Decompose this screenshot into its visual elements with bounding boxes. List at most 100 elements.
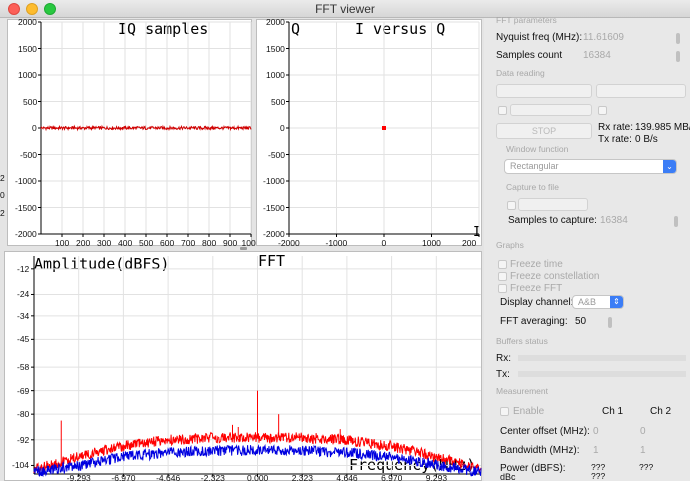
left-edge-tick: 2 [0,173,5,183]
x-tick-label: -2.323 [200,473,225,481]
y-tick-label: -500 [20,149,38,160]
y-tick-label: -1500 [263,202,285,213]
x-tick-label: 0 [381,238,387,248]
bandwidth-ch1: 1 [593,445,599,456]
disabled-checkbox-2[interactable] [598,106,607,115]
x-tick-label: -2000 [278,238,300,248]
fft-plot[interactable]: Amplitude(dBFS) FFT Frequency(MHz) -12 -2… [4,251,482,481]
display-channel-select[interactable]: A&B ⇕ [572,295,624,309]
control-panel: FFT parameters Nyquist freq (MHz): 11.61… [484,15,690,481]
bandwidth-label: Bandwidth (MHz): [500,445,580,456]
y-tick-label: -45 [17,334,30,345]
rx-rate-label: Rx rate: [598,122,634,133]
y-tick-label: 1000 [18,70,37,80]
disabled-button-3[interactable] [510,104,592,116]
y-tick-label: 1500 [18,43,37,54]
left-edge-tick: 2 [0,208,5,218]
dbc-ch1: ??? [591,471,606,481]
y-tick-label: 2000 [18,17,37,27]
x-tick-label: 4.646 [336,473,358,481]
buffers-rx-label: Rx: [496,353,511,364]
window-title: FFT viewer [315,2,375,16]
x-tick-label: 2.323 [291,473,313,481]
constellation-point [382,126,386,130]
x-tick-label: 100 [55,238,70,248]
plots-area: 2 0 2 IQ samples 2000 1500 1000 500 0 -500 -10… [0,17,484,481]
y-tick-label: -92 [17,434,30,445]
splitter-handle[interactable] [240,247,247,250]
fft-averaging-label: FFT averaging: [500,316,568,327]
x-tick-label: -4.646 [156,473,181,481]
x-tick-label: 300 [97,238,112,248]
y-tick-label: -80 [17,409,30,420]
updown-icon: ⇕ [610,296,623,308]
y-tick-label: -1500 [15,202,37,213]
freeze-time-checkbox[interactable] [498,260,507,269]
y-tick-label: 500 [271,96,286,107]
x-tick-label: 900 [223,238,238,248]
window-function-value: Rectangular [510,161,559,171]
x-tick-label: 0.000 [247,473,269,481]
y-tick-label: 500 [23,96,38,107]
window-function-header: Window function [506,144,569,154]
freeze-fft-label: Freeze FFT [510,283,563,294]
fft-averaging-value: 50 [575,316,587,327]
y-tick-label: -1000 [15,176,37,186]
samples-count-value: 16384 [583,50,611,61]
y-tick-label: -500 [268,149,286,160]
x-tick-label: 800 [202,238,217,248]
disabled-button-1[interactable] [496,84,592,98]
tx-rate-value: 0 B/s [635,134,658,145]
x-tick-label: 1000 [422,238,441,248]
i-versus-q-plot[interactable]: Q I versus Q I 2000 1500 1000 500 0 -500 -1000… [256,17,482,248]
enable-label: Enable [513,406,545,417]
freeze-constellation-checkbox[interactable] [498,272,507,281]
power-ch2: ??? [639,462,654,472]
freeze-fft-checkbox[interactable] [498,284,507,293]
y-tick-label: -12 [17,263,30,274]
i-versus-q-chart [286,21,480,237]
enable-checkbox[interactable] [500,407,509,416]
freeze-constellation-label: Freeze constellation [510,271,600,282]
ch1-label: Ch 1 [602,406,624,417]
samples-count-label: Samples count [496,50,563,61]
center-offset-ch1: 0 [593,426,599,437]
x-tick-label: -1000 [325,238,348,248]
samples-to-capture-cap [674,216,678,227]
x-tick-label: 200 [462,238,477,248]
tx-rate-label: Tx rate: [598,134,632,145]
y-tick-label: -2000 [15,229,37,239]
nyquist-value: 11.61609 [583,32,624,43]
chevron-down-icon: ⌄ [663,160,676,173]
y-tick-label: -1000 [263,176,285,186]
x-tick-label: 400 [118,238,133,248]
x-tick-label: 9.293 [425,473,448,481]
stop-button[interactable]: STOP [496,123,592,139]
capture-button[interactable] [518,198,588,211]
iq-samples-plot[interactable]: IQ samples 2000 1500 1000 500 0 -500 -1000 -150… [7,17,260,248]
freeze-time-label: Freeze time [510,259,563,270]
buffers-header: Buffers status [496,336,548,346]
y-tick-label: 0 [280,123,285,133]
data-reading-header: Data reading [496,68,545,78]
center-offset-ch2: 0 [640,426,646,437]
y-tick-label: 2000 [266,17,285,27]
buffers-tx-label: Tx: [496,369,510,380]
disabled-button-2[interactable] [596,84,686,98]
window-titlebar: FFT viewer [0,0,690,18]
samples-to-capture-value: 16384 [600,215,628,226]
disabled-checkbox-1[interactable] [498,106,507,115]
y-tick-label: 1000 [266,70,285,80]
y-tick-label: 0 [32,123,37,133]
x-tick-label: 6.970 [381,473,403,481]
center-offset-label: Center offset (MHz): [500,426,590,437]
display-channel-label: Display channel: [500,297,574,308]
capture-checkbox[interactable] [507,201,516,210]
window-function-select[interactable]: Rectangular ⌄ [504,159,677,174]
rx-buffer-bar [518,355,686,361]
y-tick-label: -34 [17,310,30,321]
ch2-label: Ch 2 [650,406,672,417]
graphs-header: Graphs [496,240,524,250]
x-tick-label: 700 [181,238,196,248]
fft-averaging-cap [608,317,612,328]
